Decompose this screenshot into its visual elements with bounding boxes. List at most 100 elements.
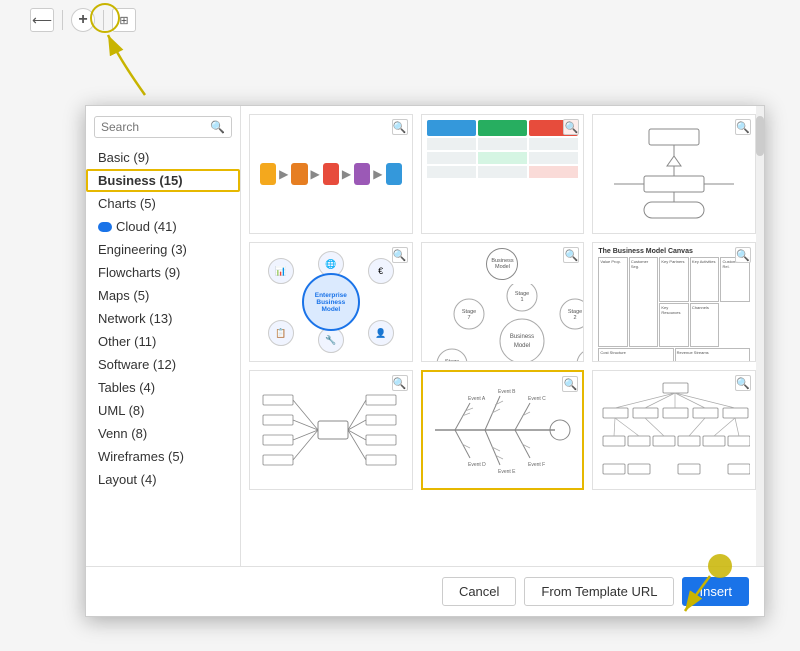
diagram-fishbone[interactable]: Event A Event B Event C Event D Event E …	[421, 370, 585, 490]
sidebar-item-layout[interactable]: Layout (4)	[86, 468, 240, 491]
scroll-thumb[interactable]	[756, 116, 764, 156]
search-input[interactable]	[101, 120, 210, 134]
sidebar-item-engineering[interactable]: Engineering (3)	[86, 238, 240, 261]
business-label: Business (15)	[98, 173, 183, 188]
sidebar-item-wireframes[interactable]: Wireframes (5)	[86, 445, 240, 468]
zoom-icon-6[interactable]: 🔍	[735, 247, 751, 263]
swim-cell	[529, 166, 578, 178]
canvas-cell-ch: Channels	[690, 303, 720, 348]
svg-text:Business: Business	[509, 334, 533, 340]
swim-col-1	[427, 120, 476, 228]
svg-text:7: 7	[467, 315, 470, 321]
uml-label: UML (8)	[98, 403, 144, 418]
zoom-icon-4[interactable]: 🔍	[392, 247, 408, 263]
charts-label: Charts (5)	[98, 196, 156, 211]
zoom-icon-8[interactable]: 🔍	[562, 376, 578, 392]
layout-label: Layout (4)	[98, 472, 157, 487]
sidebar-item-business[interactable]: Business (15)	[86, 169, 240, 192]
sidebar-item-network[interactable]: Network (13)	[86, 307, 240, 330]
orbit-br: 👤	[368, 320, 394, 346]
orbit-bl: 📋	[268, 320, 294, 346]
sidebar-item-charts[interactable]: Charts (5)	[86, 192, 240, 215]
sidebar-item-flowcharts[interactable]: Flowcharts (9)	[86, 261, 240, 284]
zoom-icon-9[interactable]: 🔍	[735, 375, 751, 391]
zoom-icon-2[interactable]: 🔍	[563, 119, 579, 135]
fishbone-preview: Event A Event B Event C Event D Event E …	[423, 372, 583, 488]
center-circle: EnterpriseBusinessModel	[302, 273, 360, 331]
venn-label: Venn (8)	[98, 426, 147, 441]
template-dialog: × 🔍 Basic (9) Business (15) Charts (5)	[85, 105, 765, 617]
sidebar-item-venn[interactable]: Venn (8)	[86, 422, 240, 445]
diagram-business-model[interactable]: EnterpriseBusinessModel 🌐 € 👤 🔧 📋 📊 🔍	[249, 242, 413, 362]
diagram-canvas[interactable]: The Business Model Canvas Key Partners K…	[592, 242, 756, 362]
svg-text:Model: Model	[513, 343, 529, 349]
zoom-icon-7[interactable]: 🔍	[392, 375, 408, 391]
canvas-grid: Key Partners Key Activities Value Prop. …	[598, 257, 750, 347]
canvas-cell-ka: Key Activities	[690, 257, 720, 302]
proc-box-5	[386, 163, 402, 185]
swim-header2	[478, 120, 527, 136]
swim-col-2	[478, 120, 527, 228]
maps-label: Maps (5)	[98, 288, 149, 303]
proc-box-1	[260, 163, 276, 185]
cloud-icon	[98, 222, 112, 232]
diagram-stage-model[interactable]: BusinessModel Business Model	[421, 242, 585, 362]
software-label: Software (12)	[98, 357, 176, 372]
sidebar-item-other[interactable]: Other (11)	[86, 330, 240, 353]
stage-container: Business Model Stage 1 Stage 2	[427, 284, 579, 362]
sidebar-item-maps[interactable]: Maps (5)	[86, 284, 240, 307]
process-flow-preview: ▶ ▶ ▶ ▶	[250, 115, 412, 233]
engineering-label: Engineering (3)	[98, 242, 187, 257]
sidebar-item-software[interactable]: Software (12)	[86, 353, 240, 376]
swim-header	[427, 120, 476, 136]
modal-footer: Cancel From Template URL Insert	[86, 566, 764, 616]
svg-text:Event B: Event B	[498, 389, 516, 395]
flowchart-preview	[593, 115, 755, 233]
proc-box-2	[291, 163, 307, 185]
flowcharts-label: Flowcharts (9)	[98, 265, 180, 280]
search-box[interactable]: 🔍	[94, 116, 232, 138]
arrow-4: ▶	[373, 167, 382, 181]
template-url-button[interactable]: From Template URL	[524, 577, 674, 606]
sidebar-item-cloud[interactable]: Cloud (41)	[86, 215, 240, 238]
stage-svg: Business Model Stage 1 Stage 2	[427, 284, 585, 362]
diagram-process-flow[interactable]: ▶ ▶ ▶ ▶ 🔍	[249, 114, 413, 234]
proc-box-4	[354, 163, 370, 185]
diagram-network[interactable]: 🔍	[592, 370, 756, 490]
canvas-preview: The Business Model Canvas Key Partners K…	[593, 243, 755, 361]
zoom-icon-1[interactable]: 🔍	[392, 119, 408, 135]
sidebar-item-uml[interactable]: UML (8)	[86, 399, 240, 422]
svg-text:Stage: Stage	[444, 359, 458, 362]
diagram-flowchart[interactable]: 🔍	[592, 114, 756, 234]
diagram-content: ▶ ▶ ▶ ▶ 🔍	[241, 106, 764, 566]
svg-text:1: 1	[520, 297, 523, 303]
svg-text:Event A: Event A	[468, 396, 486, 402]
cancel-button[interactable]: Cancel	[442, 577, 516, 606]
canvas-cell-kr: Key Resources	[659, 303, 689, 348]
swim-cell	[427, 166, 476, 178]
swim-cell	[529, 152, 578, 164]
svg-text:Event C: Event C	[528, 396, 546, 402]
flow-tree-svg	[258, 375, 403, 485]
network-label: Network (13)	[98, 311, 172, 326]
arrow-3: ▶	[342, 167, 351, 181]
zoom-icon-3[interactable]: 🔍	[735, 119, 751, 135]
scroll-track[interactable]	[756, 106, 764, 566]
canvas-cell-cr: Customer Rel.	[720, 257, 750, 302]
stage-center: BusinessModel	[486, 248, 518, 280]
svg-text:2: 2	[573, 315, 576, 321]
network-preview	[593, 371, 755, 489]
sidebar-item-tables[interactable]: Tables (4)	[86, 376, 240, 399]
sidebar-item-basic[interactable]: Basic (9)	[86, 146, 240, 169]
svg-text:Event F: Event F	[528, 462, 545, 468]
arrow-1: ▶	[279, 167, 288, 181]
insert-button[interactable]: Insert	[682, 577, 749, 606]
zoom-icon-5[interactable]: 🔍	[563, 247, 579, 263]
canvas-title: The Business Model Canvas	[598, 248, 750, 255]
swim-cell	[529, 138, 578, 150]
swimlane-preview	[422, 115, 584, 233]
cloud-label: Cloud (41)	[116, 219, 177, 234]
diagram-swimlane[interactable]: 🔍	[421, 114, 585, 234]
diagram-flow-tree[interactable]: 🔍	[249, 370, 413, 490]
svg-text:Event E: Event E	[498, 469, 516, 475]
